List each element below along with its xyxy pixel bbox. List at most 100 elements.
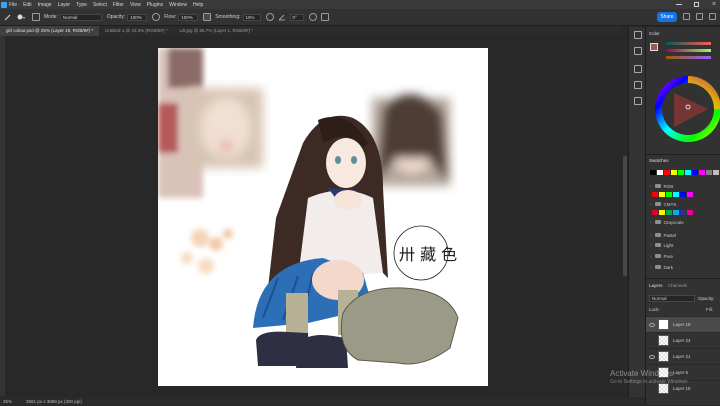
color-swatch[interactable] <box>666 192 672 197</box>
color-swatch[interactable] <box>706 170 712 175</box>
tab-lilt[interactable]: Lilt.jpg @ 66.7% (Layer 1, RGB/8#) * <box>173 26 259 36</box>
swatch-group-dark[interactable]: › Dark <box>650 262 720 272</box>
visibility-eye-icon[interactable] <box>649 322 655 327</box>
visibility-eye-icon[interactable] <box>649 354 655 359</box>
document-canvas[interactable]: 卅 藏 色 <box>158 48 488 386</box>
color-swatch[interactable] <box>673 210 679 215</box>
swatch-group-rgb[interactable]: › RGB <box>650 181 720 191</box>
history-icon[interactable] <box>634 31 642 39</box>
color-swatch[interactable] <box>713 170 719 175</box>
brush-settings-panel-icon[interactable] <box>634 47 642 55</box>
channels-panel-tab[interactable]: Channels <box>668 283 687 288</box>
angle-field[interactable]: 0° <box>289 13 304 21</box>
color-swatch[interactable] <box>659 192 665 197</box>
tab-untitled-1[interactable]: Untitled-1 @ 33.3% (RGB/8#) * <box>99 26 173 36</box>
layer-thumbnail <box>658 335 669 346</box>
share-button[interactable]: Share <box>657 12 677 22</box>
visibility-eye-icon[interactable] <box>649 387 655 391</box>
menu-layer[interactable]: Layer <box>58 2 71 8</box>
brush-tool-icon[interactable] <box>4 13 12 21</box>
symmetry-icon[interactable] <box>320 13 329 21</box>
color-swatch[interactable] <box>673 192 679 197</box>
document-size: 3561 px x 3888 px (300 ppi) <box>26 398 82 404</box>
opacity-label: Opacity: <box>106 14 126 20</box>
menu-filter[interactable]: Filter <box>113 2 124 8</box>
color-swatch[interactable] <box>652 210 658 215</box>
color-swatch[interactable] <box>652 192 658 197</box>
swatches-panel-tab[interactable]: Swatches <box>649 158 669 163</box>
layer-row[interactable]: Layer 19 <box>646 316 720 332</box>
adjustments-icon[interactable] <box>634 65 642 73</box>
menu-select[interactable]: Select <box>93 2 107 8</box>
foreground-color-swatch[interactable] <box>650 43 658 51</box>
layer-row[interactable]: Layer 21 <box>646 348 720 364</box>
flow-field[interactable]: 100% <box>178 13 199 21</box>
color-swatch[interactable] <box>650 170 656 175</box>
layer-name: Layer 24 <box>673 338 691 343</box>
layer-name: Layer 19 <box>673 322 691 327</box>
layer-row[interactable]: Layer 24 <box>646 332 720 348</box>
menu-help[interactable]: Help <box>193 2 203 8</box>
brush-settings-icon[interactable] <box>32 13 40 21</box>
color-swatch[interactable] <box>659 210 665 215</box>
right-panels: Color Swatches › RGB › CMYK › Grayscale … <box>645 27 720 405</box>
close-icon[interactable]: × <box>712 1 716 8</box>
menu-window[interactable]: Window <box>169 2 187 8</box>
swatch-group-grayscale[interactable]: › Grayscale <box>650 217 720 227</box>
angle-icon[interactable] <box>278 13 286 21</box>
fill-label: Fill: <box>706 307 713 312</box>
color-swatch[interactable] <box>666 210 672 215</box>
menu-file[interactable]: File <box>9 2 17 8</box>
layer-thumbnail <box>658 319 669 330</box>
paragraph-icon[interactable] <box>634 97 642 105</box>
color-panel-tab[interactable]: Color <box>649 31 660 36</box>
swatch-group-light[interactable]: › Light <box>650 240 720 250</box>
color-swatch[interactable] <box>678 170 684 175</box>
color-swatch[interactable] <box>671 170 677 175</box>
photoshop-logo-icon[interactable] <box>1 1 7 8</box>
zoom-level[interactable]: 25% <box>3 399 12 404</box>
layers-panel-tab[interactable]: Layers <box>649 283 663 288</box>
smoothing-field[interactable]: 10% <box>242 13 261 21</box>
color-swatch[interactable] <box>687 210 693 215</box>
swatch-group-pure[interactable]: › Pure <box>650 251 720 261</box>
color-swatch[interactable] <box>680 210 686 215</box>
pressure-size-icon[interactable] <box>308 13 317 21</box>
search-icon[interactable] <box>683 13 690 20</box>
expand-icon[interactable] <box>709 13 716 20</box>
menu-edit[interactable]: Edit <box>23 2 32 8</box>
flow-label: Flow: <box>164 14 177 20</box>
tab-girl-colour[interactable]: girl colour.psd @ 25% (Layer 19, RGB/8#)… <box>0 26 100 36</box>
color-swatch[interactable] <box>657 170 663 175</box>
color-swatch[interactable] <box>685 170 691 175</box>
color-swatch[interactable] <box>664 170 670 175</box>
airbrush-icon[interactable] <box>203 13 212 21</box>
brush-preset-icon[interactable]: ▾ <box>16 13 28 21</box>
color-swatch[interactable] <box>687 192 693 197</box>
minimize-icon[interactable] <box>676 4 682 5</box>
swatch-group-pastel[interactable]: › Pastel <box>650 230 720 240</box>
menu-type[interactable]: Type <box>76 2 87 8</box>
menu-view[interactable]: View <box>130 2 141 8</box>
color-swatch[interactable] <box>680 192 686 197</box>
layer-list: Layer 19 Layer 24 Layer 21 Layer 5 Layer… <box>646 316 720 406</box>
menu-image[interactable]: Image <box>38 2 52 8</box>
visibility-eye-icon[interactable] <box>649 339 655 343</box>
mode-select[interactable]: Normal <box>59 13 102 21</box>
color-swatch[interactable] <box>692 170 698 175</box>
vertical-scrollbar[interactable] <box>623 36 627 396</box>
smoothing-gear-icon[interactable] <box>265 13 274 21</box>
opacity-field[interactable]: 100% <box>127 13 148 21</box>
layer-opacity-label: Opacity: <box>698 296 715 301</box>
properties-icon[interactable] <box>634 81 642 89</box>
menu-plugins[interactable]: Plugins <box>147 2 163 8</box>
blend-mode-select[interactable]: Normal <box>649 295 695 302</box>
color-swatch[interactable] <box>699 170 705 175</box>
workspace-icon[interactable] <box>696 13 703 20</box>
reference-image-center <box>188 88 263 168</box>
color-wheel[interactable] <box>650 71 720 149</box>
color-sliders[interactable] <box>666 41 718 61</box>
swatch-group-cmyk[interactable]: › CMYK <box>650 199 720 209</box>
pressure-opacity-icon[interactable] <box>152 13 161 21</box>
maximize-icon[interactable] <box>694 2 700 7</box>
